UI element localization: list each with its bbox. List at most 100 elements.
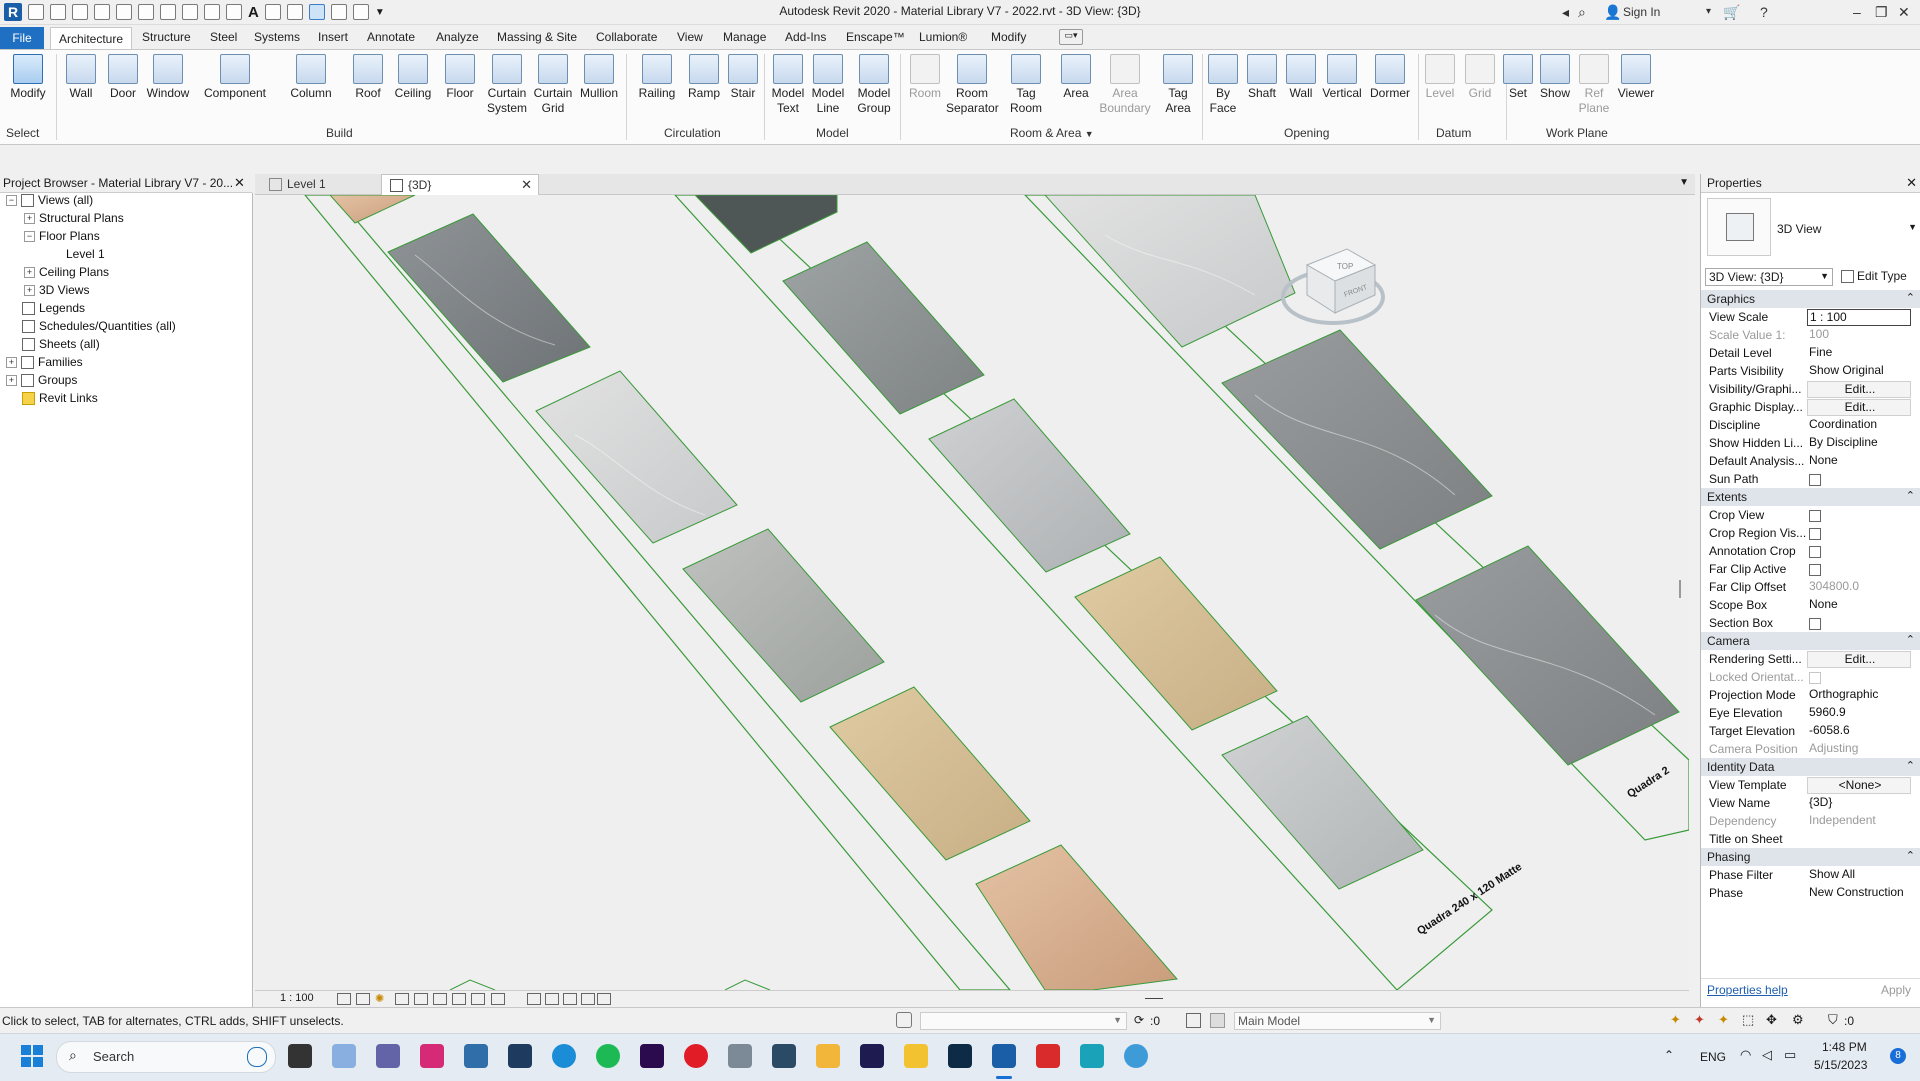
collapse-icon[interactable]: − [6,195,17,207]
tile[interactable] [387,213,591,383]
app-icon[interactable] [728,1044,752,1068]
tab-enscape[interactable]: Enscape™ [846,30,905,44]
expand-icon[interactable]: + [24,213,35,225]
model-text-button[interactable]: Model Text [768,54,808,116]
instance-filter-select[interactable]: 3D View: {3D} ▼ [1705,268,1833,286]
stair-button[interactable]: Stair [726,54,760,101]
expand-icon[interactable]: + [6,357,17,369]
autocad-icon[interactable] [1036,1044,1060,1068]
group-extents[interactable]: Extents ⌃ [1701,488,1920,506]
sign-in-dropdown-icon[interactable]: ▾ [1706,6,1711,17]
highlight-displacement-icon[interactable] [581,993,595,1005]
wall-opening-button[interactable]: Wall [1284,54,1318,101]
visual-style-icon[interactable] [356,993,370,1005]
ceiling-button[interactable]: Ceiling [390,54,436,101]
clock-date[interactable]: 5/15/2023 [1814,1058,1867,1072]
floor-button[interactable]: Floor [440,54,480,101]
tab-annotate[interactable]: Annotate [367,30,415,44]
tile[interactable] [1074,556,1278,731]
tile[interactable] [694,195,838,254]
tile[interactable] [782,241,985,415]
collapse-group-icon[interactable]: ⌃ [1906,489,1915,502]
background-processes-icon[interactable]: ⚙ [1792,1012,1804,1028]
sun-path-checkbox[interactable] [1809,474,1821,486]
temporary-hide-icon[interactable] [491,993,505,1005]
spotify-icon[interactable] [596,1044,620,1068]
filter-icon[interactable]: ⛉ [1828,1012,1838,1028]
volume-icon[interactable]: ◁ [1762,1047,1772,1063]
tab-add-ins[interactable]: Add-Ins [785,30,826,44]
rendering-settings-edit-button[interactable]: Edit... [1807,651,1911,668]
media-player-icon[interactable] [816,1044,840,1068]
type-selector-dropdown-icon[interactable]: ▼ [1908,222,1917,232]
revit-taskbar-icon[interactable] [992,1044,1016,1068]
dormer-button[interactable]: Dormer [1366,54,1414,101]
tab-lumion[interactable]: Lumion® [919,30,967,44]
sign-in-link[interactable]: Sign In [1623,5,1660,19]
tab-view[interactable]: View [677,30,703,44]
railing-button[interactable]: Railing [634,54,680,101]
worksets-icon[interactable] [896,1012,912,1028]
tree-node-families[interactable]: + Families [6,355,83,370]
section-box-checkbox[interactable] [1809,618,1821,630]
viewcube-graphic[interactable]: TOP FRONT [1275,235,1395,335]
graphic-display-edit-button[interactable]: Edit... [1807,399,1911,416]
notifications-badge[interactable]: 8 [1890,1048,1906,1064]
tree-node-revit-links[interactable]: Revit Links [22,391,98,406]
tree-node-groups[interactable]: + Groups [6,373,77,388]
tile[interactable] [1221,329,1493,550]
tab-massing-site[interactable]: Massing & Site [497,30,577,44]
sun-path-icon[interactable]: ✺ [375,992,384,1005]
room-button[interactable]: Room [904,54,946,101]
collapse-group-icon[interactable]: ⌃ [1906,759,1915,772]
group-graphics[interactable]: Graphics ⌃ [1701,290,1920,308]
file-explorer-icon[interactable] [904,1044,928,1068]
select-underlay-icon[interactable]: ✦ [1694,1012,1705,1028]
view-scale-control[interactable]: 1 : 100 [280,992,314,1004]
restore-icon[interactable]: ❐ [1875,4,1888,21]
expand-icon[interactable]: + [6,375,17,387]
tile[interactable] [682,528,885,703]
cart-icon[interactable]: 🛒 [1723,4,1740,21]
modify-button[interactable]: Modify [6,54,50,101]
horizontal-scroll-handle[interactable] [1145,998,1163,999]
lock-3d-view-icon[interactable] [471,993,485,1005]
properties-help-link[interactable]: Properties help [1707,983,1788,997]
clock-time[interactable]: 1:48 PM [1822,1040,1867,1054]
minimize-icon[interactable]: – [1853,4,1861,20]
model-group-button[interactable]: Model Group [852,54,896,116]
teams-icon[interactable] [376,1044,400,1068]
tab-systems[interactable]: Systems [254,30,300,44]
minimize-ribbon-icon[interactable]: ▭▾ [1059,29,1083,45]
instagram-icon[interactable] [420,1044,444,1068]
design-options-icon[interactable] [1186,1013,1201,1028]
input-language[interactable]: ENG [1700,1050,1726,1064]
workset-select[interactable]: ▼ [920,1012,1127,1030]
room-separator-button[interactable]: Room Separator [946,54,999,116]
tab-file[interactable]: File [0,27,44,49]
reveal-hidden-icon[interactable] [527,993,541,1005]
info-center-arrow-icon[interactable]: ◂ [1562,4,1569,21]
select-links-icon[interactable]: ✦ [1670,1012,1681,1028]
viewcube[interactable]: TOP FRONT [1275,235,1395,335]
ref-plane-button[interactable]: Ref Plane [1574,54,1614,116]
curtain-system-button[interactable]: Curtain System [484,54,530,116]
wifi-icon[interactable]: ◠ [1740,1047,1751,1063]
roof-button[interactable]: Roof [350,54,386,101]
panel-select-label[interactable]: Select [6,126,39,140]
calendar-app-icon[interactable] [772,1044,796,1068]
globe-app-icon[interactable] [1124,1044,1148,1068]
taskbar-search-box[interactable]: ⌕ Search [56,1041,276,1073]
collapse-icon[interactable]: − [24,231,35,243]
area-button[interactable]: Area [1056,54,1096,101]
drag-elements-icon[interactable]: ✥ [1766,1012,1777,1028]
tile[interactable] [1221,715,1424,890]
opera-icon[interactable] [684,1044,708,1068]
tile[interactable] [329,195,416,224]
group-identity-data[interactable]: Identity Data ⌃ [1701,758,1920,776]
expand-icon[interactable]: + [24,267,35,279]
vertical-opening-button[interactable]: Vertical [1318,54,1366,101]
tile[interactable] [1044,195,1296,348]
windows-start-icon[interactable] [20,1044,44,1068]
tag-area-button[interactable]: Tag Area [1158,54,1198,116]
